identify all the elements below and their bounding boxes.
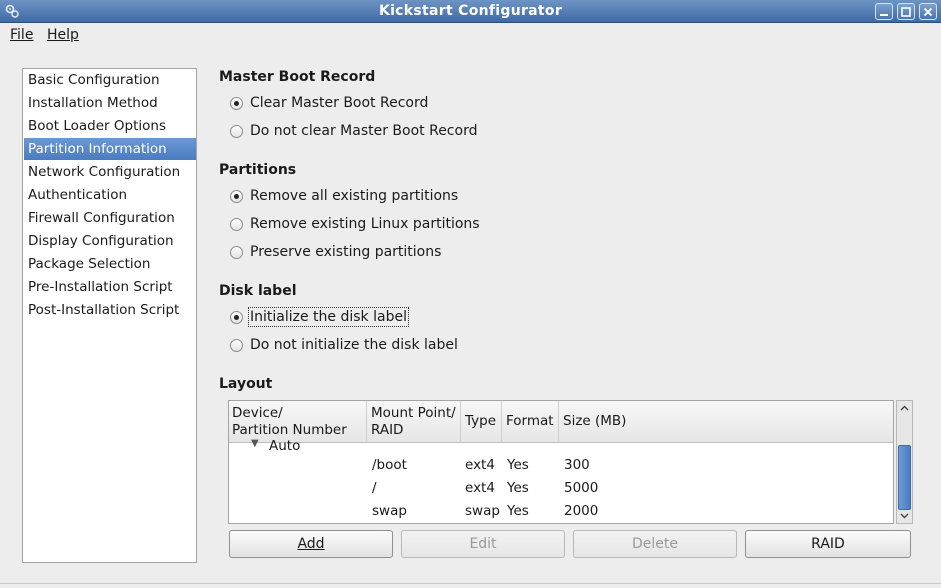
cell-type: ext4 bbox=[465, 457, 495, 473]
table-row[interactable]: / ext4 Yes 5000 bbox=[229, 480, 893, 503]
cell-size: 2000 bbox=[564, 503, 599, 519]
radio-do-not-initialize-disk-label-label[interactable]: Do not initialize the disk label bbox=[250, 337, 458, 353]
window-title: Kickstart Configurator bbox=[378, 3, 563, 19]
sidebar-item-installation-method[interactable]: Installation Method bbox=[24, 92, 196, 114]
cell-mount: / bbox=[372, 480, 377, 496]
table-header: Device/ Partition Number Mount Point/ RA… bbox=[229, 401, 893, 443]
radio-circle[interactable] bbox=[230, 190, 243, 203]
column-header-device[interactable]: Device/ Partition Number bbox=[229, 401, 367, 443]
radio-selected-dot bbox=[234, 315, 239, 320]
column-header-size[interactable]: Size (MB) bbox=[559, 401, 893, 443]
radio-circle[interactable] bbox=[230, 218, 243, 231]
sidebar-item-display-configuration[interactable]: Display Configuration bbox=[24, 230, 196, 252]
column-header-device-line1: Device/ bbox=[232, 405, 283, 421]
menu-help[interactable]: Help bbox=[47, 27, 79, 43]
raid-button[interactable]: RAID bbox=[745, 530, 911, 558]
raid-button-label: RAID bbox=[811, 536, 845, 552]
maximize-button[interactable] bbox=[897, 3, 915, 20]
sidebar-item-authentication[interactable]: Authentication bbox=[24, 184, 196, 206]
radio-circle[interactable] bbox=[230, 97, 243, 110]
partition-layout-table[interactable]: Device/ Partition Number Mount Point/ RA… bbox=[228, 400, 894, 524]
cell-format: Yes bbox=[507, 480, 529, 496]
add-button[interactable]: Add bbox=[229, 530, 393, 558]
scrollbar-thumb[interactable] bbox=[898, 445, 911, 510]
sidebar-item-post-installation-script[interactable]: Post-Installation Script bbox=[24, 299, 196, 321]
window-bottom-edge bbox=[0, 583, 941, 588]
column-header-mount-line1: Mount Point/ bbox=[371, 405, 456, 421]
radio-circle[interactable] bbox=[230, 125, 243, 138]
cell-size: 300 bbox=[564, 457, 590, 473]
menu-file-label: File bbox=[10, 27, 34, 43]
column-header-type[interactable]: Type bbox=[461, 401, 502, 443]
radio-preserve-partitions-label[interactable]: Preserve existing partitions bbox=[250, 244, 441, 260]
sidebar-item-package-selection[interactable]: Package Selection bbox=[24, 253, 196, 275]
menu-bar: File Help bbox=[0, 23, 941, 47]
radio-remove-all-partitions-label[interactable]: Remove all existing partitions bbox=[250, 188, 458, 204]
partitions-section-title: Partitions bbox=[219, 162, 297, 178]
column-header-mount-point[interactable]: Mount Point/ RAID bbox=[367, 401, 461, 443]
sidebar-item-basic-configuration[interactable]: Basic Configuration bbox=[24, 69, 196, 91]
radio-initialize-disk-label-label[interactable]: Initialize the disk label bbox=[248, 307, 409, 327]
radio-do-not-clear-mbr-label[interactable]: Do not clear Master Boot Record bbox=[250, 123, 477, 139]
title-bar: Kickstart Configurator bbox=[0, 0, 941, 23]
cell-mount: swap bbox=[372, 503, 407, 519]
add-button-label: Add bbox=[297, 536, 325, 552]
radio-clear-mbr-label[interactable]: Clear Master Boot Record bbox=[250, 95, 428, 111]
radio-circle[interactable] bbox=[230, 311, 243, 324]
layout-section-title: Layout bbox=[219, 376, 273, 392]
radio-remove-linux-partitions-label[interactable]: Remove existing Linux partitions bbox=[250, 216, 480, 232]
radio-selected-dot bbox=[234, 194, 239, 199]
column-header-mount-line2: RAID bbox=[371, 422, 404, 438]
cell-format: Yes bbox=[507, 503, 529, 519]
radio-circle[interactable] bbox=[230, 339, 243, 352]
cell-format: Yes bbox=[507, 457, 529, 473]
edit-button-label: Edit bbox=[469, 536, 497, 552]
cell-type: swap bbox=[465, 503, 500, 519]
edit-button[interactable]: Edit bbox=[401, 530, 565, 558]
sidebar-item-boot-loader-options[interactable]: Boot Loader Options bbox=[24, 115, 196, 137]
sidebar-item-pre-installation-script[interactable]: Pre-Installation Script bbox=[24, 276, 196, 298]
sidebar-list[interactable]: Basic Configuration Installation Method … bbox=[22, 68, 197, 563]
column-header-format[interactable]: Format bbox=[502, 401, 559, 443]
cell-size: 5000 bbox=[564, 480, 599, 496]
group-label: Auto bbox=[269, 438, 301, 454]
expander-arrow-icon[interactable]: ▼ bbox=[251, 438, 259, 449]
radio-circle[interactable] bbox=[230, 246, 243, 259]
mbr-section-title: Master Boot Record bbox=[219, 69, 376, 85]
menu-help-label: Help bbox=[47, 27, 79, 43]
cell-type: ext4 bbox=[465, 480, 495, 496]
sidebar-item-network-configuration[interactable]: Network Configuration bbox=[24, 161, 196, 183]
close-button[interactable] bbox=[919, 3, 937, 20]
minimize-button[interactable] bbox=[875, 3, 893, 20]
radio-selected-dot bbox=[234, 101, 239, 106]
column-header-device-line2: Partition Number bbox=[232, 422, 347, 438]
scroll-down-arrow-icon[interactable] bbox=[898, 509, 911, 522]
disklabel-section-title: Disk label bbox=[219, 283, 297, 299]
menu-file[interactable]: File bbox=[10, 27, 33, 43]
sidebar-item-partition-information[interactable]: Partition Information bbox=[24, 138, 196, 160]
delete-button-label: Delete bbox=[632, 536, 678, 552]
scroll-up-arrow-icon[interactable] bbox=[898, 402, 911, 415]
table-row[interactable]: /boot ext4 Yes 300 bbox=[229, 457, 893, 480]
cell-mount: /boot bbox=[372, 457, 407, 473]
sidebar-item-firewall-configuration[interactable]: Firewall Configuration bbox=[24, 207, 196, 229]
table-vertical-scrollbar[interactable] bbox=[896, 400, 913, 524]
delete-button[interactable]: Delete bbox=[573, 530, 737, 558]
table-row[interactable]: swap swap Yes 2000 bbox=[229, 503, 893, 523]
